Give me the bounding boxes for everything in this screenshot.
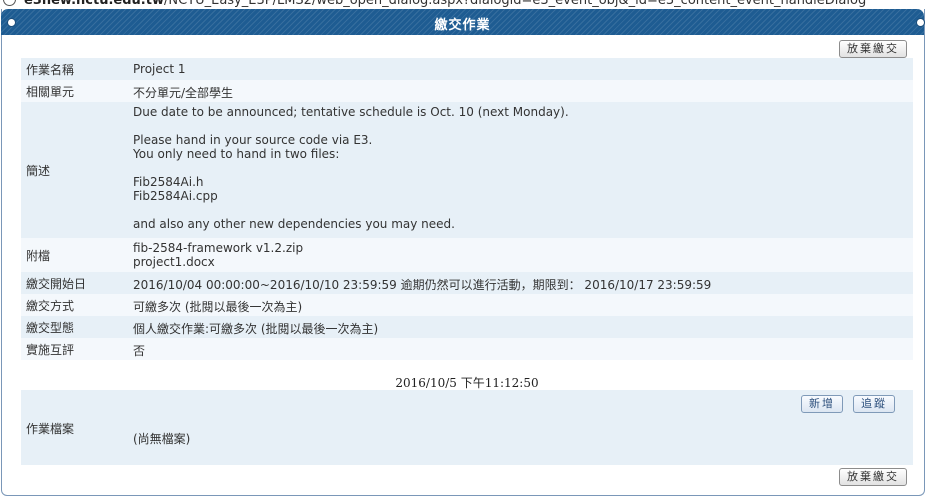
row-attachments: 附檔 fib-2584-framework v1.2.zip project1.… — [21, 238, 913, 272]
related-unit-label: 相關單元 — [26, 84, 75, 99]
row-assignment-name: 作業名稱 Project 1 — [21, 58, 913, 80]
related-unit-value: 不分單元/全部學生 — [133, 86, 234, 100]
row-submission-type: 繳交型態 個人繳交作業:可繳多次 (批閱以最後一次為主) — [21, 316, 913, 338]
submission-type-value: 個人繳交作業:可繳多次 (批閱以最後一次為主) — [133, 322, 379, 336]
row-submission-method: 繳交方式 可繳多次 (批閱以最後一次為主) — [21, 294, 913, 316]
address-bar[interactable]: e3new.nctu.edu.tw/NCTU_Easy_E3P/LMS2/web… — [0, 0, 926, 9]
row-peer-review: 實施互評 否 — [21, 338, 913, 360]
attachments-label: 附檔 — [26, 248, 51, 263]
dialog-title: 繳交作業 — [434, 18, 491, 33]
description-label: 簡述 — [26, 163, 51, 178]
submission-start-value: 2016/10/04 00:00:00~2016/10/10 23:59:59 … — [133, 278, 712, 292]
attachment-link[interactable]: fib-2584-framework v1.2.zip — [133, 241, 909, 255]
assignment-files-label: 作業檔案 — [26, 422, 75, 436]
description-line: and also any other new dependencies you … — [133, 217, 455, 231]
peer-review-label: 實施互評 — [26, 342, 75, 357]
submission-type-label: 繳交型態 — [26, 320, 75, 335]
track-button[interactable]: 追蹤 — [853, 395, 895, 413]
peer-review-value: 否 — [133, 344, 146, 358]
address-path: /NCTU_Easy_E3P/LMS2/web_open_dialog.aspx… — [163, 0, 867, 8]
submission-method-label: 繳交方式 — [26, 298, 75, 313]
address-host: e3new.nctu.edu.tw — [24, 0, 164, 8]
description-line: Fib2584Ai.cpp — [133, 189, 218, 203]
row-related-unit: 相關單元 不分單元/全部學生 — [21, 80, 913, 102]
add-file-button[interactable]: 新增 — [801, 395, 843, 413]
no-files-text: (尚無檔案) — [133, 432, 191, 446]
attachment-link[interactable]: project1.docx — [133, 255, 909, 269]
attachments-value: fib-2584-framework v1.2.zip project1.doc… — [133, 241, 909, 269]
description-line: You only need to hand in two files: — [133, 147, 340, 161]
description-line: Fib2584Ai.h — [133, 175, 204, 189]
description-line: Please hand in your source code via E3. — [133, 133, 373, 147]
assignment-files-section: 作業檔案 (尚無檔案) — [21, 390, 913, 465]
submission-start-label: 繳交開始日 — [26, 276, 87, 291]
titlebar-right-dot-icon — [916, 18, 925, 27]
abandon-submission-button-bottom[interactable]: 放棄繳交 — [839, 468, 907, 486]
row-submission-start: 繳交開始日 2016/10/04 00:00:00~2016/10/10 23:… — [21, 272, 913, 294]
abandon-submission-button-top[interactable]: 放棄繳交 — [839, 40, 907, 58]
row-description: 簡述 Due date to be announced; tentative s… — [21, 102, 913, 238]
assignment-name-label: 作業名稱 — [26, 62, 75, 77]
submission-method-value: 可繳多次 (批閱以最後一次為主) — [133, 300, 303, 314]
timestamp-bar: 2016/10/5 下午11:12:50 — [21, 372, 913, 390]
info-icon — [3, 0, 16, 6]
description-value: Due date to be announced; tentative sche… — [133, 105, 909, 231]
assignment-details-table: 作業名稱 Project 1 相關單元 不分單元/全部學生 簡述 Due dat… — [21, 58, 913, 360]
description-line: Due date to be announced; tentative sche… — [133, 105, 569, 119]
dialog-titlebar: 繳交作業 — [1, 9, 925, 35]
address-url[interactable]: e3new.nctu.edu.tw/NCTU_Easy_E3P/LMS2/web… — [24, 0, 866, 8]
assignment-name-value: Project 1 — [133, 62, 186, 76]
current-timestamp: 2016/10/5 下午11:12:50 — [395, 376, 539, 390]
